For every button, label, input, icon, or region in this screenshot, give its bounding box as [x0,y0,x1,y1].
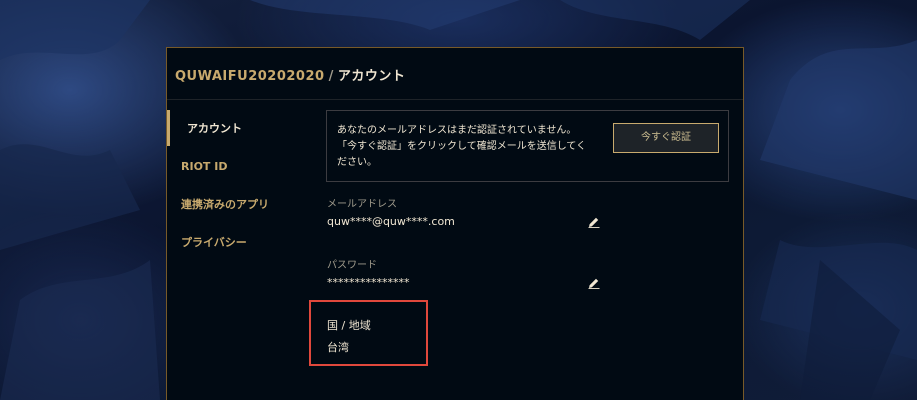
password-edit-pencil-icon[interactable] [588,277,600,289]
notice-line: 「今すぐ認証」をクリックして確認メールを送信してく [337,141,587,152]
breadcrumb-separator: / [328,69,334,84]
email-value: quw****@quw****.com [327,215,455,228]
sidebar-item-connected-apps[interactable]: 連携済みのアプリ [167,186,307,224]
account-panel: QUWAIFU20202020/アカウント アカウント RIOT ID 連携済み… [166,47,744,400]
country-highlight-box [309,300,428,366]
sidebar-nav: アカウント RIOT ID 連携済みのアプリ プライバシー [167,110,307,262]
notice-line: ださい。 [337,157,377,168]
notice-line: あなたのメールアドレスはまだ認証されていません。 [337,125,577,136]
email-label: メールアドレス [327,199,397,210]
notice-text: あなたのメールアドレスはまだ認証されていません。 「今すぐ認証」をクリックして確… [337,123,607,171]
email-edit-pencil-icon[interactable] [588,216,600,228]
sidebar-item-riot-id[interactable]: RIOT ID [167,148,307,186]
sidebar-item-privacy[interactable]: プライバシー [167,224,307,262]
verify-now-button[interactable]: 今すぐ認証 [613,123,719,153]
breadcrumb-current: アカウント [337,69,406,84]
header-divider [167,99,743,100]
breadcrumb: QUWAIFU20202020/アカウント [175,65,405,84]
password-value: *************** [327,276,410,289]
password-label: パスワード [327,260,377,271]
country-label: 国 / 地域 [327,319,371,332]
email-verification-notice: あなたのメールアドレスはまだ認証されていません。 「今すぐ認証」をクリックして確… [326,110,729,182]
country-value: 台湾 [327,341,349,354]
sidebar-item-account[interactable]: アカウント [167,110,307,148]
breadcrumb-username: QUWAIFU20202020 [175,69,325,84]
